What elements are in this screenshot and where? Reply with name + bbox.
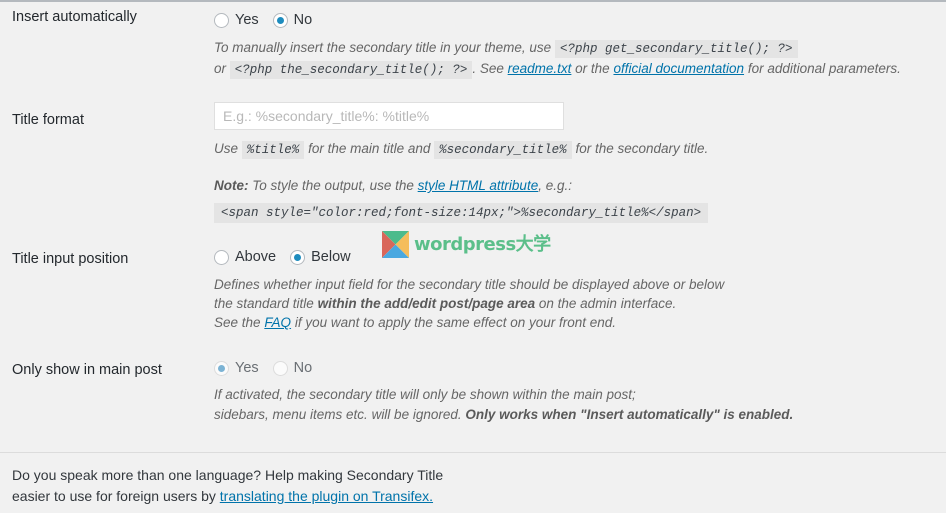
setting-row-title-format: Title format Use %title% for the main ti… — [0, 102, 946, 223]
link-style-html-attribute[interactable]: style HTML attribute — [418, 178, 539, 193]
radio-icon-insert-yes[interactable] — [214, 12, 229, 28]
row-spacer — [0, 80, 946, 102]
desc-text: for additional parameters. — [747, 61, 901, 76]
radio-option-position-above[interactable]: Above — [214, 249, 276, 265]
footer: Do you speak more than one language? Hel… — [0, 452, 946, 507]
label-title-input-position: Title input position — [12, 251, 129, 267]
description-only-show-in-main-post: If activated, the secondary title will o… — [214, 385, 940, 425]
radio-option-insert-yes[interactable]: Yes — [214, 12, 259, 28]
radio-label-mainpost-yes: Yes — [235, 360, 259, 376]
desc-text: the standard title — [214, 296, 314, 311]
hint-text: for the secondary title. — [575, 141, 709, 156]
radio-label-mainpost-no: No — [293, 360, 313, 376]
link-faq[interactable]: FAQ — [264, 315, 291, 330]
footer-text: easier to use for foreign users by — [12, 488, 216, 504]
field-only-show-in-main-post: Yes No If activated, the secondary title… — [214, 357, 946, 425]
desc-text: To manually insert the secondary title i… — [214, 40, 552, 55]
desc-text: . See — [472, 61, 504, 76]
setting-row-only-show-in-main-post: Only show in main post Yes No If activat… — [0, 357, 946, 425]
code-secondary-title-token: %secondary_title% — [434, 141, 572, 159]
description-line-1: If activated, the secondary title will o… — [214, 387, 636, 402]
radio-label-position-below: Below — [311, 249, 351, 265]
radio-icon-mainpost-yes[interactable] — [214, 360, 229, 376]
desc-emphasis: within the add/edit post/page area — [317, 296, 536, 311]
watermark-brand-text: wordpress大学 — [414, 233, 551, 255]
description-line-3: See the FAQ if you want to apply the sam… — [214, 313, 940, 332]
row-spacer — [0, 332, 946, 357]
desc-text: on the admin interface. — [538, 296, 677, 311]
footer-line-2: easier to use for foreign users by trans… — [12, 486, 946, 507]
description-insert-automatically: To manually insert the secondary title i… — [214, 38, 940, 80]
radio-label-insert-no: No — [293, 12, 313, 28]
footer-translation-note: Do you speak more than one language? Hel… — [0, 453, 946, 507]
code-span-example: <span style="color:red;font-size:14px;">… — [214, 203, 709, 223]
title-format-input[interactable] — [214, 102, 564, 130]
desc-text: or the — [575, 61, 610, 76]
link-readme-txt[interactable]: readme.txt — [508, 61, 572, 76]
link-translate-transifex[interactable]: translating the plugin on Transifex. — [220, 488, 433, 504]
radio-option-mainpost-no[interactable]: No — [272, 360, 313, 376]
radio-group-title-input-position: Above Below — [214, 245, 940, 269]
field-title-format: Use %title% for the main title and %seco… — [214, 102, 946, 223]
radio-label-position-above: Above — [235, 249, 277, 265]
radio-option-insert-no[interactable]: No — [272, 12, 313, 28]
field-title-input-position: wordpress大学 Above Below Defines whether … — [214, 231, 946, 332]
radio-icon-insert-no[interactable] — [272, 12, 288, 28]
code-get-secondary-title: <?php get_secondary_title(); ?> — [554, 40, 798, 58]
note-text: To style the output, use the — [252, 178, 414, 193]
link-official-documentation[interactable]: official documentation — [613, 61, 744, 76]
wordpress-daxue-logo-icon — [382, 231, 409, 258]
desc-emphasis: Only works when "Insert automatically" i… — [465, 407, 794, 422]
description-line-2: the standard title within the add/edit p… — [214, 294, 940, 313]
label-title-format: Title format — [12, 112, 84, 128]
desc-text: See the — [214, 315, 261, 330]
radio-icon-position-above[interactable] — [214, 249, 229, 265]
description-title-input-position: Defines whether input field for the seco… — [214, 275, 940, 332]
setting-row-title-input-position: Title input position wordpress大学 Above B… — [0, 231, 946, 332]
footer-line-1: Do you speak more than one language? Hel… — [12, 467, 444, 483]
note-label: Note: — [214, 178, 249, 193]
radio-icon-mainpost-no[interactable] — [272, 360, 288, 376]
radio-icon-position-below[interactable] — [290, 249, 306, 265]
field-insert-automatically: Yes No To manually insert the secondary … — [214, 8, 946, 80]
label-insert-automatically: Insert automatically — [12, 9, 137, 25]
description-line-1: Defines whether input field for the seco… — [214, 277, 725, 292]
desc-text: if you want to apply the same effect on … — [294, 315, 617, 330]
setting-row-insert-automatically: Insert automatically Yes No To manually … — [0, 2, 946, 80]
hint-text: Use — [214, 141, 239, 156]
desc-text: sidebars, menu items etc. will be ignore… — [214, 407, 462, 422]
description-line-2: or <?php the_secondary_title(); ?>. See … — [214, 59, 940, 80]
note-text: , e.g.: — [538, 178, 572, 193]
desc-text: or — [214, 61, 227, 76]
hint-text: for the main title and — [308, 141, 431, 156]
radio-option-position-below[interactable]: Below — [290, 249, 351, 265]
label-only-show-in-main-post: Only show in main post — [12, 362, 162, 378]
description-line-1: To manually insert the secondary title i… — [214, 38, 940, 59]
hint-title-format: Use %title% for the main title and %seco… — [214, 139, 940, 160]
note-title-format: Note: To style the output, use the style… — [214, 176, 940, 196]
settings-form-table: Insert automatically Yes No To manually … — [0, 2, 946, 425]
radio-option-mainpost-yes[interactable]: Yes — [214, 360, 259, 376]
description-line-2: sidebars, menu items etc. will be ignore… — [214, 405, 940, 425]
code-the-secondary-title: <?php the_secondary_title(); ?> — [229, 61, 473, 79]
wordpress-daxue-watermark: wordpress大学 — [382, 231, 551, 258]
radio-group-only-show-in-main-post: Yes No — [214, 357, 940, 379]
radio-label-insert-yes: Yes — [235, 12, 259, 28]
code-title-token: %title% — [241, 141, 305, 159]
radio-group-insert-automatically: Yes No — [214, 8, 940, 32]
